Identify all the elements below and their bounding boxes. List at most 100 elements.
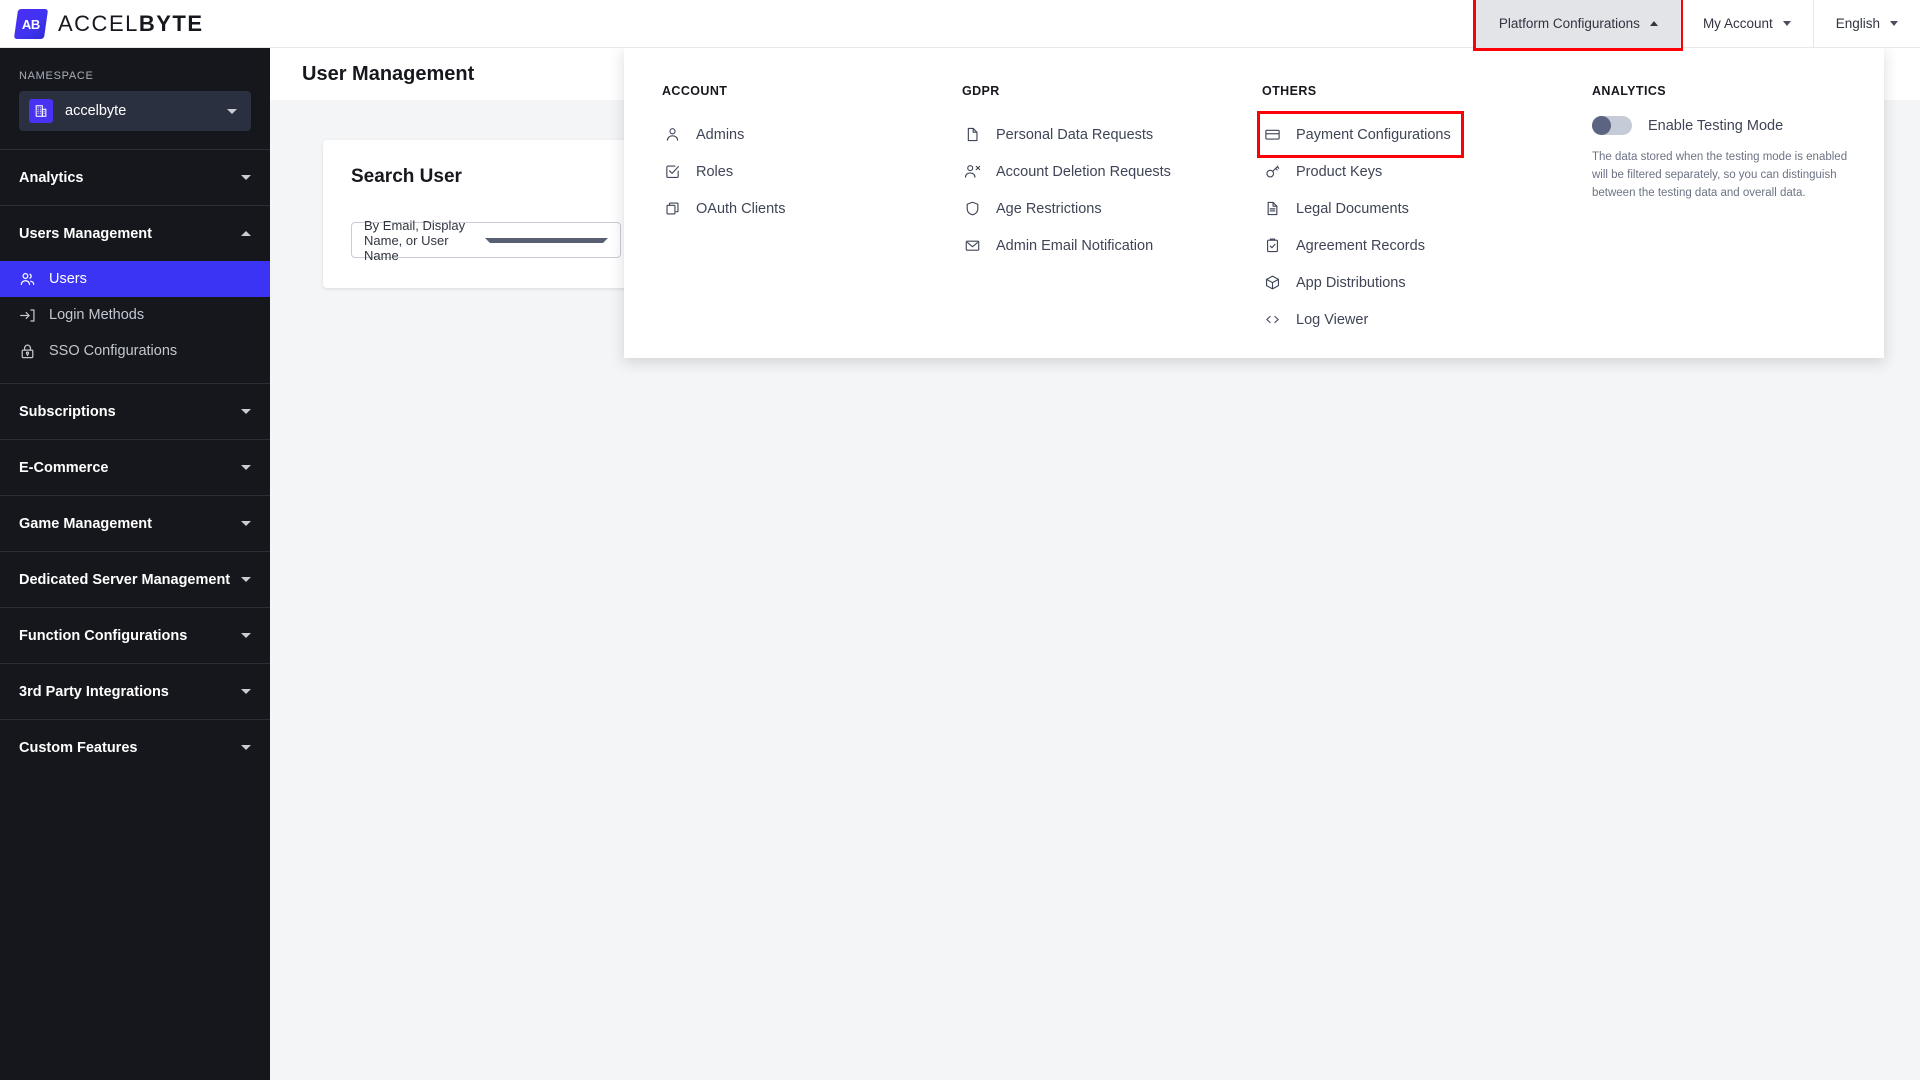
dropdown-column-others: OTHERS Payment Configurations Product Ke… bbox=[1224, 84, 1554, 358]
sidebar-section-dedicated-server-management-label: Dedicated Server Management bbox=[19, 571, 231, 588]
sidebar-section-custom-features-label: Custom Features bbox=[19, 739, 138, 756]
dropdown-item-roles[interactable]: Roles bbox=[662, 153, 741, 190]
sidebar-group-3rd-party-integrations: 3rd Party Integrations bbox=[0, 663, 270, 719]
dropdown-item-admin-email-notification-label: Admin Email Notification bbox=[996, 237, 1154, 254]
brand-logo-area[interactable]: AB ACCELBYTE bbox=[0, 0, 204, 48]
building-icon bbox=[29, 99, 53, 123]
accelbyte-logo-icon: AB bbox=[13, 8, 49, 39]
sidebar-group-analytics: Analytics bbox=[0, 149, 270, 205]
sidebar: NAMESPACE accelbyte Analytics Users Mana… bbox=[0, 48, 270, 1080]
chevron-down-icon bbox=[241, 577, 251, 582]
chevron-up-icon bbox=[1649, 21, 1658, 26]
enable-testing-mode-label: Enable Testing Mode bbox=[1648, 117, 1784, 134]
login-arrow-icon bbox=[19, 307, 36, 324]
top-nav: Platform Configurations My Account Engli… bbox=[1472, 0, 1920, 51]
topnav-platform-configurations-label: Platform Configurations bbox=[1498, 16, 1640, 31]
sidebar-section-3rd-party-integrations-label: 3rd Party Integrations bbox=[19, 683, 169, 700]
sidebar-item-login-methods[interactable]: Login Methods bbox=[0, 297, 270, 333]
sidebar-section-game-management-label: Game Management bbox=[19, 515, 152, 532]
sidebar-section-analytics[interactable]: Analytics bbox=[0, 150, 270, 205]
dropdown-item-admins-label: Admins bbox=[696, 126, 745, 143]
chevron-down-icon bbox=[241, 745, 251, 750]
sidebar-section-analytics-label: Analytics bbox=[19, 169, 84, 186]
dropdown-item-oauth-clients-label: OAuth Clients bbox=[696, 200, 786, 217]
code-brackets-icon bbox=[1262, 310, 1282, 330]
dropdown-item-oauth-clients[interactable]: OAuth Clients bbox=[662, 190, 793, 227]
dropdown-item-roles-label: Roles bbox=[696, 163, 734, 180]
sidebar-group-custom-features: Custom Features bbox=[0, 719, 270, 775]
chevron-down-icon bbox=[1782, 21, 1791, 26]
sidebar-section-e-commerce[interactable]: E-Commerce bbox=[0, 440, 270, 495]
dropdown-heading-gdpr: GDPR bbox=[962, 84, 1000, 98]
top-bar: AB ACCELBYTE Platform Configurations My … bbox=[0, 0, 1920, 51]
dropdown-heading-analytics: ANALYTICS bbox=[1592, 84, 1666, 98]
sidebar-group-game-management: Game Management bbox=[0, 495, 270, 551]
users-icon bbox=[19, 271, 36, 288]
dropdown-column-account: ACCOUNT Admins Roles OAuth Clients bbox=[624, 84, 924, 358]
topnav-my-account[interactable]: My Account bbox=[1679, 0, 1813, 48]
sidebar-section-users-management-label: Users Management bbox=[19, 225, 152, 242]
sidebar-item-users[interactable]: Users bbox=[0, 261, 270, 297]
checkbox-icon bbox=[662, 162, 682, 182]
sidebar-group-function-configurations: Function Configurations bbox=[0, 607, 270, 663]
sidebar-section-e-commerce-label: E-Commerce bbox=[19, 459, 109, 476]
person-remove-icon bbox=[962, 162, 982, 182]
brand-name-light: ACCEL bbox=[58, 10, 139, 36]
topnav-language-label: English bbox=[1835, 16, 1880, 31]
credit-card-icon bbox=[1262, 125, 1282, 145]
copy-icon bbox=[662, 199, 682, 219]
search-criteria-select[interactable]: By Email, Display Name, or User Name bbox=[351, 218, 621, 263]
dropdown-item-app-distributions-label: App Distributions bbox=[1296, 274, 1406, 291]
sidebar-subitems: Users Login Methods SSO Configurations bbox=[0, 261, 270, 383]
dropdown-item-agreement-records[interactable]: Agreement Records bbox=[1262, 227, 1433, 264]
dropdown-item-app-distributions[interactable]: App Distributions bbox=[1262, 264, 1414, 301]
sidebar-item-sso-configurations[interactable]: SSO Configurations bbox=[0, 333, 270, 369]
topnav-platform-configurations[interactable]: Platform Configurations bbox=[1472, 0, 1683, 51]
clipboard-check-icon bbox=[1262, 236, 1282, 256]
sidebar-section-game-management[interactable]: Game Management bbox=[0, 496, 270, 551]
chevron-down-icon bbox=[485, 237, 608, 243]
dropdown-item-personal-data-requests[interactable]: Personal Data Requests bbox=[962, 116, 1161, 153]
lock-icon bbox=[19, 343, 36, 360]
dropdown-item-log-viewer[interactable]: Log Viewer bbox=[1262, 301, 1376, 338]
topnav-my-account-label: My Account bbox=[1702, 16, 1773, 31]
sidebar-group-dedicated-server-management: Dedicated Server Management bbox=[0, 551, 270, 607]
dropdown-item-age-restrictions-label: Age Restrictions bbox=[996, 200, 1102, 217]
brand-name: ACCELBYTE bbox=[58, 11, 204, 37]
dropdown-item-legal-documents[interactable]: Legal Documents bbox=[1262, 190, 1417, 227]
dropdown-item-account-deletion-requests[interactable]: Account Deletion Requests bbox=[962, 153, 1179, 190]
sidebar-group-subscriptions: Subscriptions bbox=[0, 383, 270, 439]
sidebar-section-custom-features[interactable]: Custom Features bbox=[0, 720, 270, 775]
dropdown-item-payment-configurations[interactable]: Payment Configurations bbox=[1257, 111, 1464, 158]
namespace-select[interactable]: accelbyte bbox=[19, 91, 251, 131]
sidebar-group-e-commerce: E-Commerce bbox=[0, 439, 270, 495]
testing-mode-row: Enable Testing Mode bbox=[1592, 116, 1884, 135]
key-icon bbox=[1262, 162, 1282, 182]
enable-testing-mode-description: The data stored when the testing mode is… bbox=[1592, 151, 1848, 199]
dropdown-item-admins[interactable]: Admins bbox=[662, 116, 752, 153]
sidebar-section-dedicated-server-management[interactable]: Dedicated Server Management bbox=[0, 552, 270, 607]
dropdown-item-personal-data-requests-label: Personal Data Requests bbox=[996, 126, 1154, 143]
chevron-down-icon bbox=[241, 175, 251, 180]
enable-testing-mode-toggle[interactable] bbox=[1592, 116, 1632, 135]
dropdown-item-age-restrictions[interactable]: Age Restrictions bbox=[962, 190, 1110, 227]
sidebar-section-users-management[interactable]: Users Management bbox=[0, 206, 270, 261]
package-icon bbox=[1262, 273, 1282, 293]
dropdown-column-analytics: ANALYTICS Enable Testing Mode The data s… bbox=[1554, 84, 1884, 358]
page-title: User Management bbox=[302, 62, 475, 85]
sidebar-section-subscriptions[interactable]: Subscriptions bbox=[0, 384, 270, 439]
chevron-down-icon bbox=[241, 689, 251, 694]
sidebar-item-users-label: Users bbox=[49, 271, 87, 287]
platform-configurations-dropdown: ACCOUNT Admins Roles OAuth Clients GDPR … bbox=[624, 48, 1884, 358]
chevron-down-icon bbox=[241, 633, 251, 638]
sidebar-section-function-configurations[interactable]: Function Configurations bbox=[0, 608, 270, 663]
sidebar-section-3rd-party-integrations[interactable]: 3rd Party Integrations bbox=[0, 664, 270, 719]
shield-icon bbox=[962, 199, 982, 219]
dropdown-item-admin-email-notification[interactable]: Admin Email Notification bbox=[962, 227, 1161, 264]
dropdown-heading-account: ACCOUNT bbox=[662, 84, 728, 98]
topnav-language[interactable]: English bbox=[1812, 0, 1920, 48]
envelope-icon bbox=[962, 236, 982, 256]
dropdown-item-product-keys[interactable]: Product Keys bbox=[1262, 153, 1390, 190]
dropdown-item-payment-configurations-label: Payment Configurations bbox=[1296, 126, 1451, 143]
logo-initials: AB bbox=[22, 16, 40, 31]
